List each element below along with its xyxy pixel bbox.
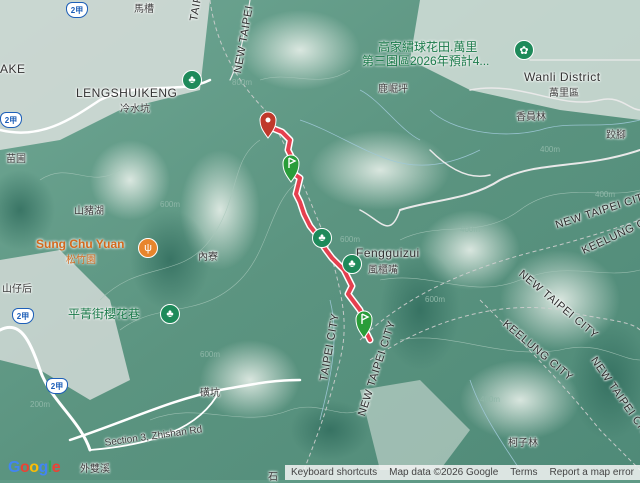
map-data-attribution: Map data ©2026 Google — [389, 467, 499, 478]
place-label-neiliao: 內寮 — [198, 252, 218, 263]
elev-label: 200m — [30, 400, 51, 409]
route-shield-2jia: 2甲 — [0, 112, 22, 128]
elev-label: 600m — [200, 350, 221, 359]
place-label-xiangyuanlin: 香員林 — [516, 112, 546, 123]
elev-label: 400m — [595, 190, 616, 199]
place-label-lengshuikeng-zh: 冷水坑 — [120, 104, 150, 115]
place-label-jikeng: 磺坑 — [200, 388, 220, 399]
report-error-link[interactable]: Report a map error — [544, 467, 640, 478]
place-label-bojiao: 跤腳 — [606, 130, 626, 141]
place-label-shanzihou: 山仔后 — [2, 284, 32, 295]
place-label-fengguizui-zh: 風櫃嘴 — [368, 265, 398, 276]
park-icon-trail[interactable]: ♣ — [312, 228, 332, 248]
poi-label-hydrangea-2[interactable]: 第三園區2026年預計4... — [362, 52, 489, 69]
poi-label-sungchuyuan[interactable]: Sung Chu Yuan — [36, 237, 124, 251]
flower-icon[interactable]: ✿ — [514, 40, 534, 60]
elev-label: 400m — [460, 225, 481, 234]
route-shield-2jia: 2甲 — [66, 2, 88, 18]
place-label-wanli: Wanli District — [524, 70, 601, 84]
place-label-kezilin: 柯子林 — [508, 438, 538, 449]
place-label-miaopu: 苗圃 — [6, 154, 26, 165]
place-label-wanli-zh: 萬里區 — [549, 88, 579, 99]
terms-link[interactable]: Terms — [504, 467, 543, 478]
map-footer: Keyboard shortcuts Map data ©2026 Google… — [284, 465, 640, 480]
place-label-machao: 馬槽 — [134, 4, 154, 15]
place-label-shi: 石 — [268, 472, 278, 483]
route-shield-2jia: 2甲 — [12, 308, 34, 324]
poi-label-sungchuyuan-zh[interactable]: 松竹園 — [66, 251, 96, 266]
place-label-lukuping: 鹿崛坪 — [378, 84, 408, 95]
route-shield-2jia: 2甲 — [46, 378, 68, 394]
poi-label-pingjing[interactable]: 平菁街櫻花巷 — [68, 305, 140, 322]
keyboard-shortcuts-link[interactable]: Keyboard shortcuts — [285, 467, 383, 478]
elev-label: 600m — [160, 200, 181, 209]
place-label-lengshuikeng: LENGSHUIKENG — [76, 86, 178, 100]
restaurant-icon[interactable]: ψ — [138, 238, 158, 258]
google-logo[interactable]: Google — [8, 459, 61, 477]
park-icon-pingjing[interactable]: ♣ — [160, 304, 180, 324]
park-icon-lengshuikeng[interactable]: ♣ — [182, 70, 202, 90]
park-icon-fengguizui[interactable]: ♣ — [342, 254, 362, 274]
place-label-fengguizui: Fengguizui — [356, 246, 420, 260]
elev-label: 600m — [425, 295, 446, 304]
place-label-ake: AKE — [0, 62, 26, 76]
elev-label: 800m — [232, 78, 253, 87]
elev-label: 400m — [480, 395, 501, 404]
elev-label: 600m — [340, 235, 361, 244]
elev-label: 400m — [540, 145, 561, 154]
place-label-shanzhuhu: 山豬湖 — [74, 206, 104, 217]
place-label-waishuangxi: 外雙溪 — [80, 464, 110, 475]
